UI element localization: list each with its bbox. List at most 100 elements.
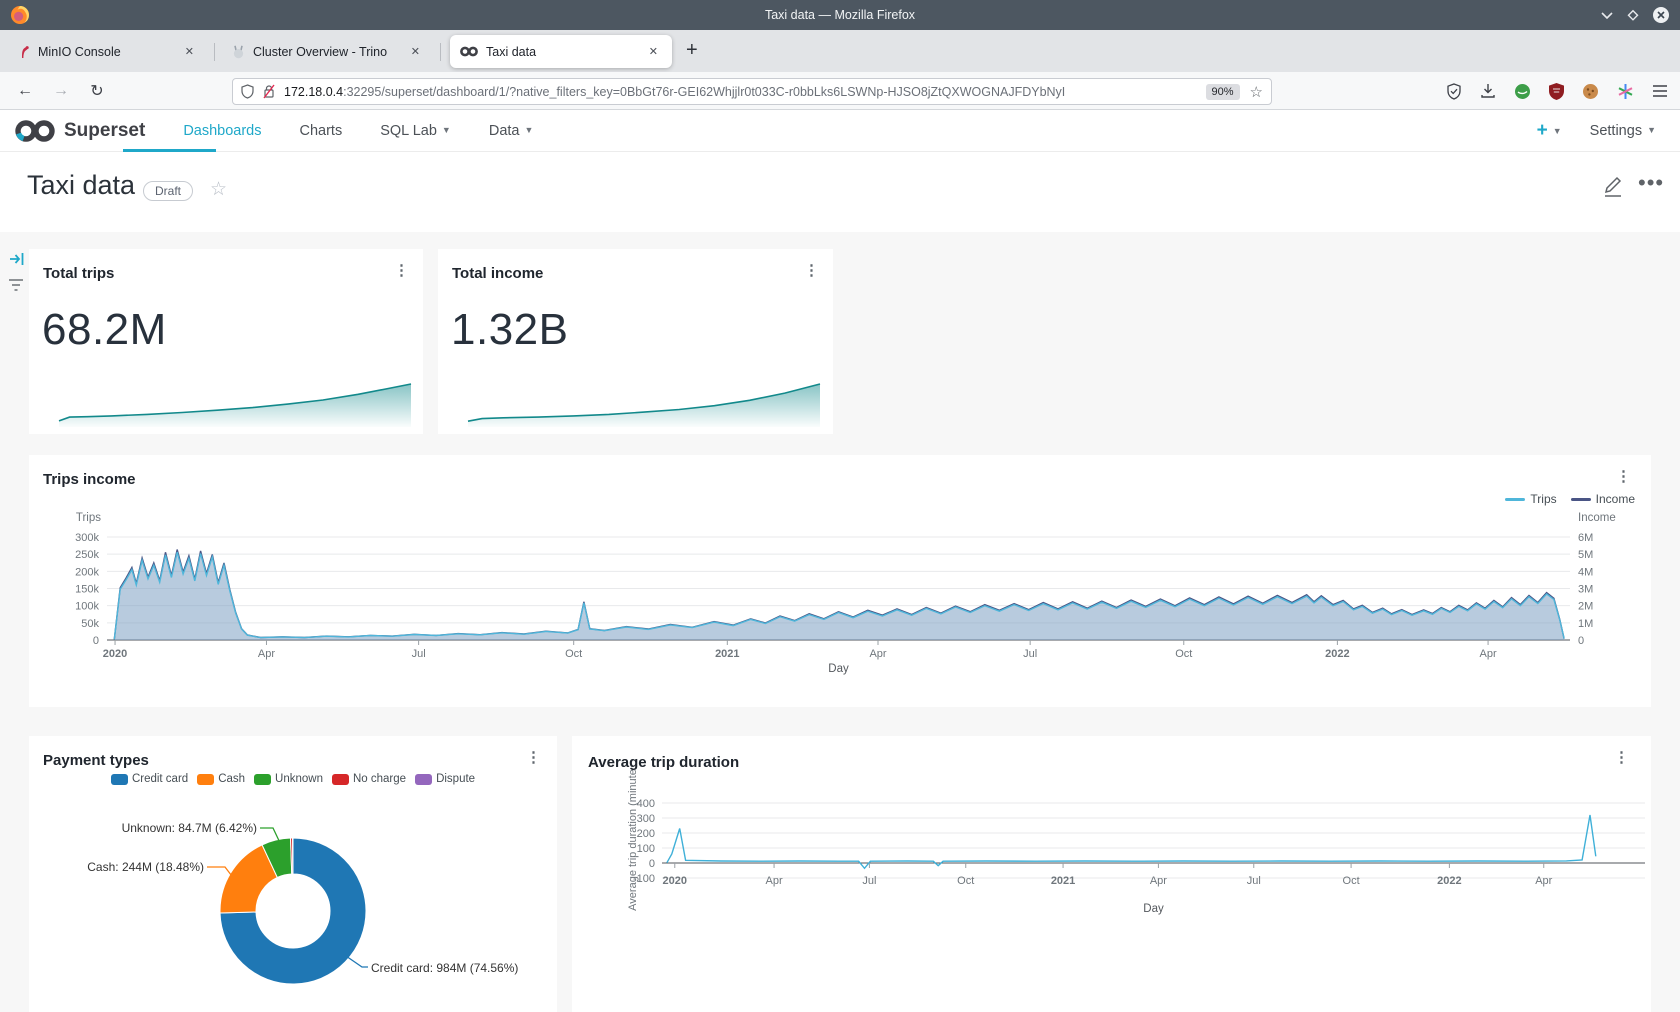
tracking-protection-shield-icon[interactable] [241,84,254,99]
total-trips-card: Total trips ⋮ 68.2M [29,249,423,434]
extension-icons [1446,72,1668,110]
dashboard-header: Taxi data Draft ☆ ••• [0,152,1680,232]
tab-separator [214,43,215,61]
nav-dashboards[interactable]: Dashboards [183,123,261,139]
chevron-down-icon: ▼ [1647,125,1656,135]
favorite-star-icon[interactable]: ☆ [210,178,227,201]
tab-label: Cluster Overview - Trino [253,45,387,59]
svg-text:3M: 3M [1578,584,1593,596]
minio-favicon [18,45,30,59]
svg-text:Jul: Jul [862,875,876,887]
svg-text:Oct: Oct [957,875,974,887]
superset-favicon [460,46,478,57]
svg-text:Income: Income [1578,512,1616,524]
extension-sparkle-icon[interactable] [1617,83,1634,100]
svg-text:2M: 2M [1578,601,1593,613]
chart-options-kebab-icon[interactable]: ⋮ [394,263,409,278]
dashboard-title: Taxi data [27,170,135,201]
svg-text:250k: 250k [75,549,99,561]
svg-text:Apr: Apr [258,648,275,660]
svg-text:Jul: Jul [1247,875,1261,887]
svg-text:200: 200 [637,828,655,840]
window-maximize-button[interactable] [1622,4,1644,26]
svg-text:Apr: Apr [1150,875,1167,887]
avg-trip-duration-panel: Average trip duration ⋮ 4003002001000-10… [572,736,1651,1012]
window-close-button[interactable] [1650,4,1672,26]
dashboard-more-menu[interactable]: ••• [1638,170,1664,196]
shield-check-icon[interactable] [1446,83,1462,100]
svg-text:300: 300 [637,813,655,825]
reload-button[interactable]: ↻ [82,81,112,101]
tab-close-icon[interactable]: ✕ [181,43,198,60]
cookie-icon[interactable] [1582,83,1599,100]
svg-text:Apr: Apr [869,648,886,660]
tab-minio-console[interactable]: MinIO Console ✕ [8,35,208,68]
legend-item[interactable]: Income [1571,492,1635,506]
superset-brand-text[interactable]: Superset [64,120,145,142]
tab-strip: MinIO Console ✕ Cluster Overview - Trino… [0,30,1680,72]
add-new-button[interactable]: +▼ [1537,120,1562,142]
insecure-lock-icon[interactable] [262,84,276,99]
svg-text:0: 0 [93,635,99,647]
browser-toolbar: ← → ↻ 172.18.0.4:32295/superset/dashboar… [0,72,1680,110]
svg-text:2021: 2021 [715,648,739,660]
svg-text:300k: 300k [75,532,99,544]
svg-text:Oct: Oct [1343,875,1360,887]
avg-trip-duration-chart[interactable]: 4003002001000-1002020AprJulOct2021AprJul… [572,736,1651,1012]
url-bar[interactable]: 172.18.0.4:32295/superset/dashboard/1/?n… [232,78,1272,105]
chart-title: Total income [452,265,543,282]
filter-icon[interactable] [7,277,25,293]
trips-income-chart[interactable]: 300k6M250k5M200k4M150k3M100k2M50k1M00Tri… [29,455,1651,707]
settings-menu[interactable]: Settings▼ [1590,123,1656,139]
superset-navbar: Superset Dashboards Charts SQL Lab▼ Data… [0,110,1680,152]
payment-types-donut-chart[interactable]: Unknown: 84.7M (6.42%)Cash: 244M (18.48%… [29,736,557,1012]
svg-text:Cash: 244M (18.48%): Cash: 244M (18.48%) [87,860,204,874]
window-title: Taxi data — Mozilla Firefox [0,8,1680,22]
svg-text:Average trip duration (minute: Average trip duration (minute [627,769,639,911]
tab-label: MinIO Console [38,45,121,59]
download-icon[interactable] [1480,83,1496,99]
browser-window: Taxi data — Mozilla Firefox MinIO Consol… [0,0,1680,1012]
nav-sql-lab[interactable]: SQL Lab▼ [380,123,451,139]
hamburger-menu-icon[interactable] [1652,84,1668,98]
svg-text:Day: Day [1143,903,1164,915]
tab-close-icon[interactable]: ✕ [407,43,424,60]
extension-green-icon[interactable] [1514,83,1531,100]
nav-charts[interactable]: Charts [300,123,343,139]
payment-types-panel: Payment types ⋮ Credit cardCashUnknownNo… [29,736,557,1012]
edit-pencil-icon[interactable] [1600,174,1624,200]
chart-options-kebab-icon[interactable]: ⋮ [1616,469,1631,484]
svg-text:4M: 4M [1578,566,1593,578]
svg-text:100k: 100k [75,601,99,613]
svg-text:2022: 2022 [1437,875,1461,887]
chart-options-kebab-icon[interactable]: ⋮ [804,263,819,278]
zoom-level-badge[interactable]: 90% [1206,84,1240,100]
tab-close-icon[interactable]: ✕ [645,43,662,60]
svg-text:50k: 50k [81,618,99,630]
trips-income-panel: Trips income ⋮ TripsIncome 300k6M250k5M2… [29,455,1651,707]
svg-text:200k: 200k [75,566,99,578]
forward-button[interactable]: → [46,82,76,100]
legend-item[interactable]: Trips [1505,492,1556,506]
chevron-down-icon: ▼ [1553,126,1562,136]
bookmark-star-icon[interactable]: ☆ [1250,83,1263,101]
tab-cluster-overview-trino[interactable]: Cluster Overview - Trino ✕ [222,35,434,68]
svg-text:2021: 2021 [1051,875,1075,887]
chevron-down-icon: ▼ [524,125,533,135]
url-path: :32295/superset/dashboard/1/?native_filt… [343,85,1065,99]
svg-text:2020: 2020 [103,648,127,660]
window-minimize-button[interactable] [1596,4,1618,26]
nav-data[interactable]: Data▼ [489,123,534,139]
expand-filter-bar-icon[interactable] [8,250,26,268]
new-tab-button[interactable]: + [686,39,698,62]
chart-options-kebab-icon[interactable]: ⋮ [1614,750,1629,765]
total-income-value: 1.32B [451,305,568,355]
ublock-shield-icon[interactable] [1549,83,1564,100]
superset-logo-icon [14,119,56,143]
svg-text:Day: Day [828,663,849,675]
back-button[interactable]: ← [10,82,40,100]
svg-text:1M: 1M [1578,618,1593,630]
svg-text:0: 0 [1578,635,1584,647]
tab-taxi-data-active[interactable]: Taxi data ✕ [450,35,672,68]
total-trips-sparkline [57,377,413,427]
